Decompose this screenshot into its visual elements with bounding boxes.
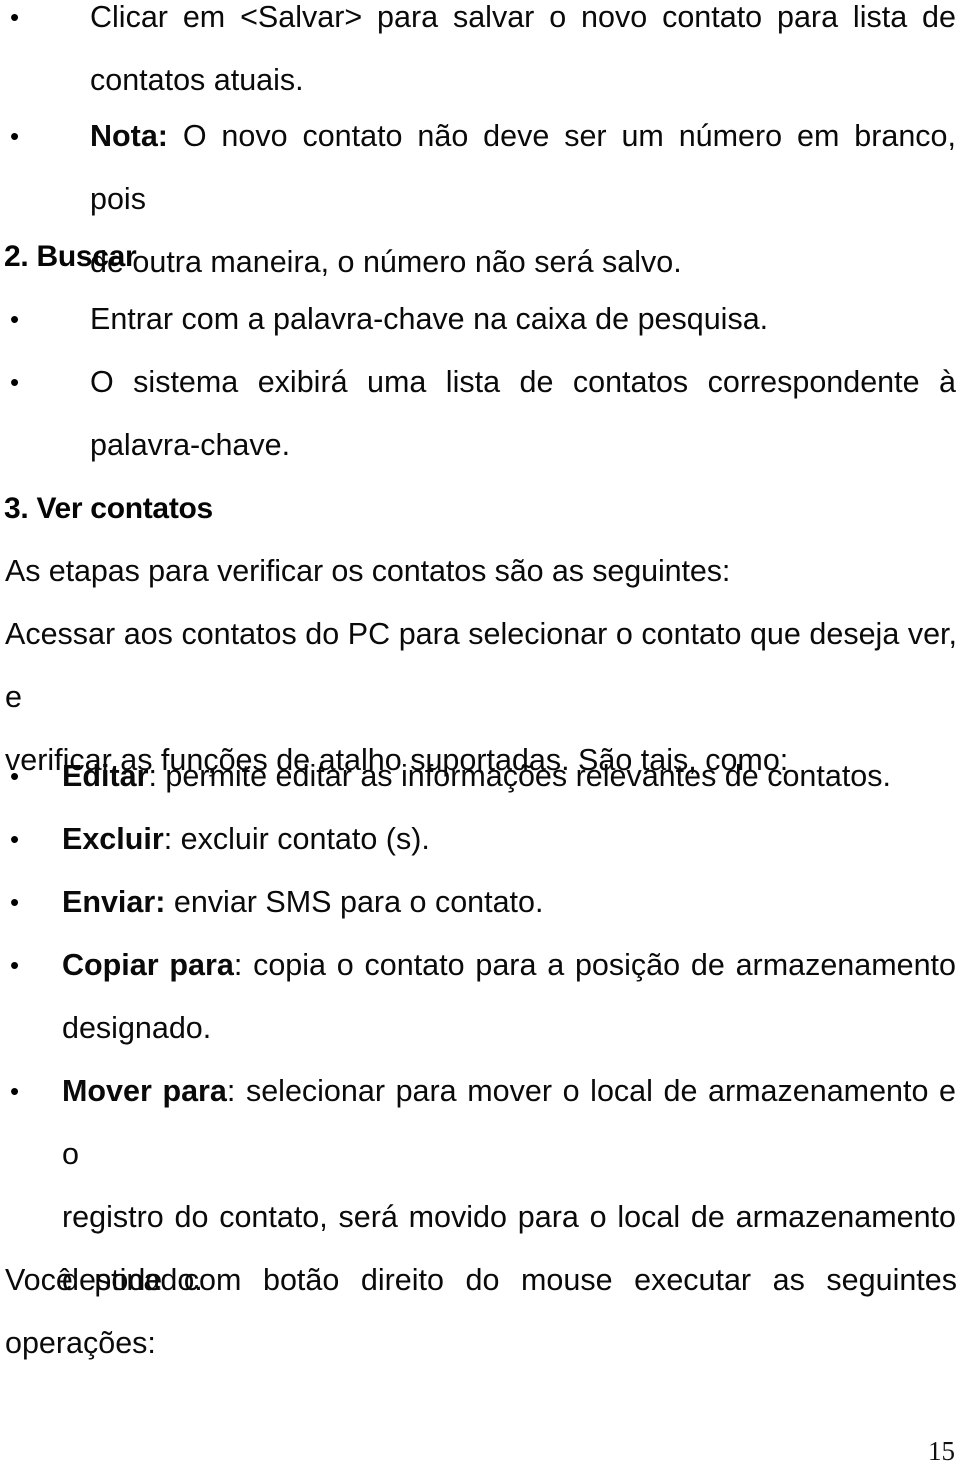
text-line: Nota: O novo contato não deve ser um núm… bbox=[90, 105, 956, 231]
bullet-text: O sistema exibirá uma lista de contatos … bbox=[90, 351, 956, 477]
text-rest: enviar SMS para o contato. bbox=[165, 885, 544, 919]
bullet-marker-icon: • bbox=[10, 1076, 20, 1106]
document-page: • Clicar em <Salvar> para salvar o novo … bbox=[0, 0, 960, 1475]
paragraph-closing: Você pode com botão direito do mouse exe… bbox=[5, 1249, 957, 1375]
bold-lead: Nota: bbox=[90, 119, 168, 153]
bullet-text: Clicar em <Salvar> para salvar o novo co… bbox=[90, 0, 956, 112]
list-item: • Enviar: enviar SMS para o contato. bbox=[4, 871, 956, 934]
text-line: palavra-chave. bbox=[90, 428, 291, 462]
paragraph-intro: As etapas para verificar os contatos são… bbox=[5, 554, 731, 588]
bullet-list-item-excluir: • Excluir: excluir contato (s). bbox=[4, 808, 956, 871]
list-item: • Entrar com a palavra-chave na caixa de… bbox=[4, 288, 956, 351]
bullet-list-item-clicar: • Clicar em <Salvar> para salvar o novo … bbox=[4, 0, 956, 112]
bullet-text: Copiar para: copia o contato para a posi… bbox=[62, 934, 956, 1060]
bullet-marker-icon: • bbox=[10, 2, 20, 32]
text-rest: : copia o contato para a posição de arma… bbox=[233, 948, 956, 982]
text-line: operações: bbox=[5, 1326, 156, 1360]
text-line: O sistema exibirá uma lista de contatos … bbox=[90, 365, 956, 399]
section-heading-buscar: 2. Buscar bbox=[4, 240, 137, 273]
text-line: Excluir: excluir contato (s). bbox=[62, 808, 956, 871]
list-item: • Clicar em <Salvar> para salvar o novo … bbox=[4, 0, 956, 112]
text-line: Entrar com a palavra-chave na caixa de p… bbox=[90, 302, 769, 336]
bullet-marker-icon: • bbox=[10, 761, 20, 791]
bullet-marker-icon: • bbox=[10, 367, 20, 397]
bold-lead: Excluir bbox=[62, 822, 164, 856]
list-item: • Excluir: excluir contato (s). bbox=[4, 808, 956, 871]
bullet-marker-icon: • bbox=[10, 950, 20, 980]
text-line: registro do contato, será movido para o … bbox=[62, 1200, 956, 1234]
page-number: 15 bbox=[928, 1436, 955, 1466]
list-item: • Copiar para: copia o contato para a po… bbox=[4, 934, 956, 1060]
bullet-marker-icon: • bbox=[10, 887, 20, 917]
text-line: Clicar em <Salvar> para salvar o novo co… bbox=[90, 0, 956, 34]
text-line: Enviar: enviar SMS para o contato. bbox=[62, 871, 956, 934]
list-item: • O sistema exibirá uma lista de contato… bbox=[4, 351, 956, 477]
section-heading-ver-contatos: 3. Ver contatos bbox=[4, 492, 213, 525]
bullet-marker-icon: • bbox=[10, 824, 20, 854]
bullet-marker-icon: • bbox=[10, 304, 20, 334]
bullet-marker-icon: • bbox=[10, 121, 20, 151]
bullet-list-item-copiar-para: • Copiar para: copia o contato para a po… bbox=[4, 934, 956, 1060]
bullet-list-item-enviar: • Enviar: enviar SMS para o contato. bbox=[4, 871, 956, 934]
text-line: designado. bbox=[62, 1011, 212, 1045]
text-line: Editar: permite editar as informações re… bbox=[62, 745, 956, 808]
text-line: Você pode com botão direito do mouse exe… bbox=[5, 1263, 957, 1297]
text-rest: : permite editar as informações relevant… bbox=[148, 759, 891, 793]
bold-lead: Copiar para bbox=[62, 948, 234, 982]
bullet-text: Excluir: excluir contato (s). bbox=[62, 808, 956, 871]
bullet-text: Editar: permite editar as informações re… bbox=[62, 745, 956, 808]
bold-lead: Enviar: bbox=[62, 885, 166, 919]
bullet-text: Entrar com a palavra-chave na caixa de p… bbox=[90, 288, 956, 351]
list-item: • Editar: permite editar as informações … bbox=[4, 745, 956, 808]
bold-lead: Mover para bbox=[62, 1074, 227, 1108]
bullet-text: Enviar: enviar SMS para o contato. bbox=[62, 871, 956, 934]
bullet-list-item-sistema: • O sistema exibirá uma lista de contato… bbox=[4, 351, 956, 477]
text-line: Mover para: selecionar para mover o loca… bbox=[62, 1060, 956, 1186]
bold-lead: Editar bbox=[62, 759, 149, 793]
text-line: contatos atuais. bbox=[90, 63, 304, 97]
text-rest: : excluir contato (s). bbox=[163, 822, 430, 856]
bullet-list-item-entrar: • Entrar com a palavra-chave na caixa de… bbox=[4, 288, 956, 351]
text-line: Acessar aos contatos do PC para selecion… bbox=[5, 617, 957, 714]
bullet-list-item-editar: • Editar: permite editar as informações … bbox=[4, 745, 956, 808]
text-line: Copiar para: copia o contato para a posi… bbox=[62, 934, 956, 997]
text-rest: O novo contato não deve ser um número em… bbox=[90, 119, 956, 216]
